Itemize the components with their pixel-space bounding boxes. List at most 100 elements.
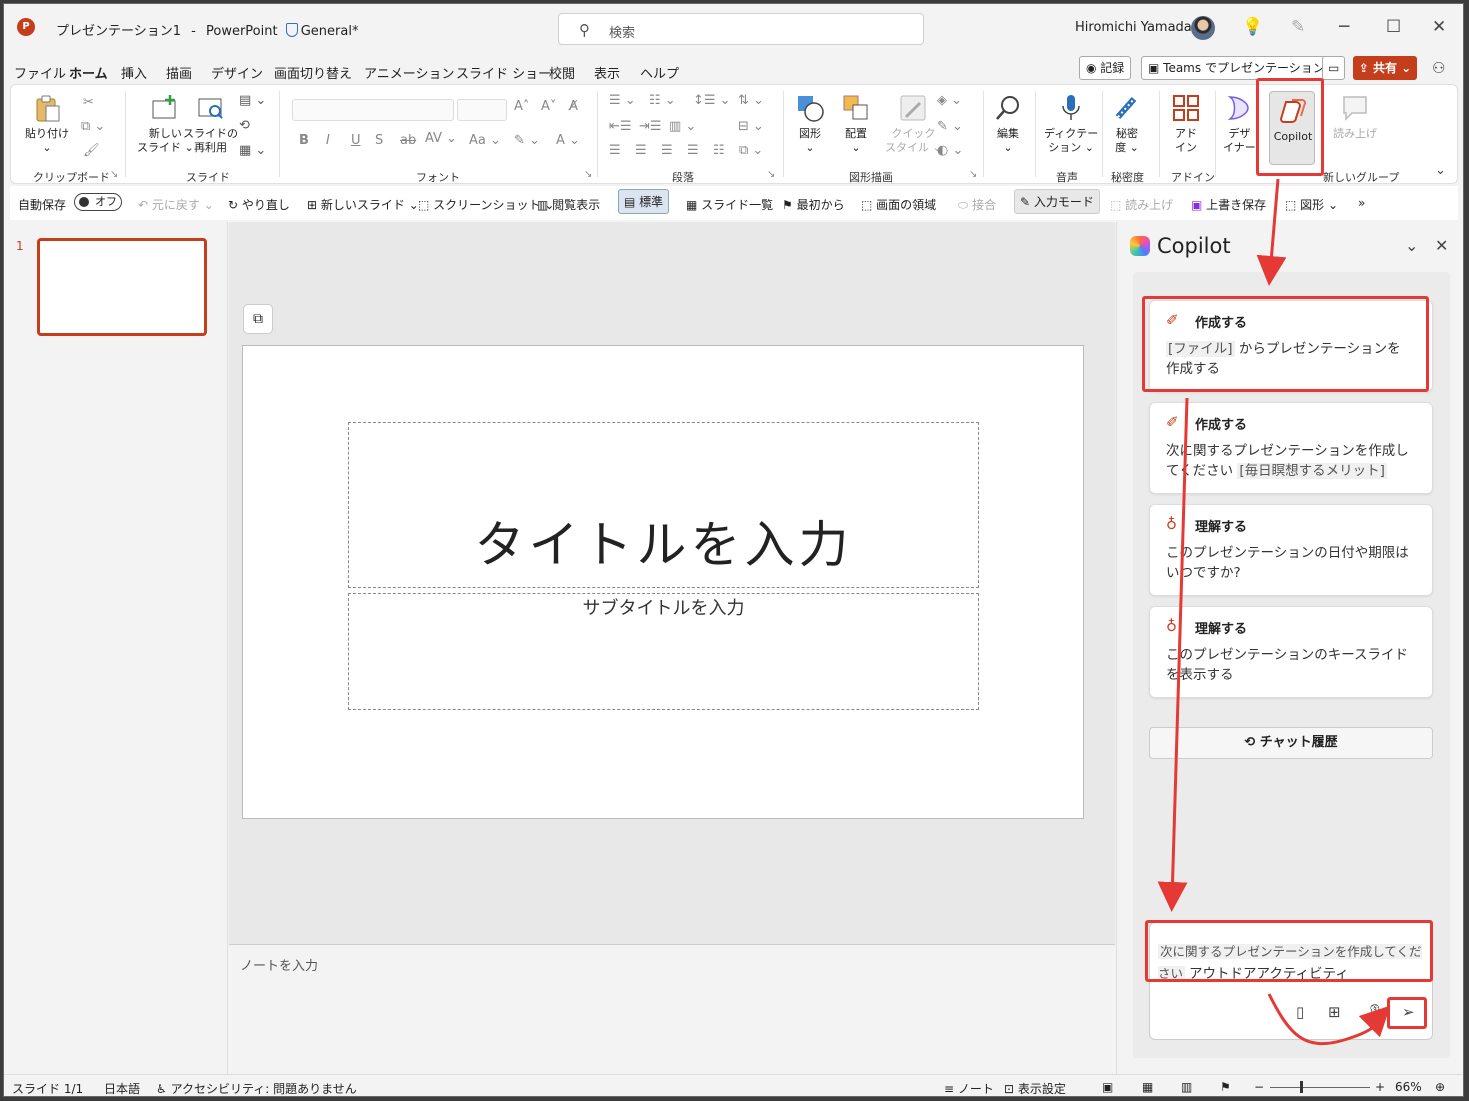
sensitivity-button[interactable]: 秘密度 ⌄: [1112, 93, 1142, 155]
tab-design[interactable]: デザイン: [211, 63, 263, 82]
reuse-slides-button[interactable]: スライドの 再利用: [183, 93, 238, 155]
char-spacing-icon[interactable]: AV ⌄: [425, 131, 457, 146]
close-icon[interactable]: ✕: [1432, 17, 1446, 37]
numbering-icon[interactable]: ☷ ⌄: [649, 93, 676, 108]
lightbulb-icon[interactable]: 💡: [1242, 17, 1263, 37]
tab-draw[interactable]: 描画: [166, 63, 192, 82]
dialog-launcher-icon[interactable]: ↘: [767, 169, 775, 180]
bold-icon[interactable]: B: [299, 133, 309, 148]
distribute-icon[interactable]: ☷: [713, 143, 725, 158]
zoom-level[interactable]: 66%: [1395, 1080, 1422, 1094]
pen-icon[interactable]: ✎: [1291, 17, 1305, 37]
display-settings-button[interactable]: ⊡ 表示設定: [1004, 1080, 1066, 1096]
zoom-in-icon[interactable]: +: [1375, 1080, 1385, 1094]
align-text-icon[interactable]: ⊟ ⌄: [738, 119, 764, 134]
cut-icon[interactable]: ✂: [83, 95, 94, 110]
text-direction-icon[interactable]: ⇅ ⌄: [738, 93, 764, 108]
screenshot-button[interactable]: ⬚ スクリーンショット ⌄: [418, 196, 554, 213]
subtitle-placeholder[interactable]: サブタイトルを入力: [348, 593, 979, 710]
read-aloud-qat-button[interactable]: ⬚ 読み上げ: [1110, 196, 1173, 213]
align-left-icon[interactable]: ☰: [609, 143, 621, 158]
align-center-icon[interactable]: ☰: [635, 143, 647, 158]
powerpoint-app-icon[interactable]: P: [17, 18, 35, 36]
close-pane-icon[interactable]: ✕: [1435, 236, 1448, 255]
autosave-toggle[interactable]: オフ: [74, 193, 122, 211]
redo-button[interactable]: ↻ やり直し: [228, 196, 290, 213]
designer-button[interactable]: デザ イナー: [1223, 93, 1256, 155]
dictate-button[interactable]: ディクテー ション ⌄: [1044, 93, 1098, 155]
from-beginning-button[interactable]: ⚑ 最初から: [782, 196, 845, 213]
justify-icon[interactable]: ☰: [687, 143, 699, 158]
clear-format-icon[interactable]: A̸: [569, 99, 578, 114]
shape-outline-icon[interactable]: ✎ ⌄: [937, 119, 963, 134]
highlight-icon[interactable]: ✎ ⌄: [514, 133, 540, 148]
fit-slide-icon[interactable]: ⊕: [1435, 1080, 1445, 1094]
quick-styles-button[interactable]: クイック スタイル ⌄: [885, 93, 942, 155]
shrink-font-icon[interactable]: A˅: [541, 99, 556, 114]
share-button[interactable]: ⇪ 共有 ⌄: [1353, 56, 1417, 80]
chat-history-button[interactable]: ⟲ チャット履歴: [1149, 727, 1433, 759]
chevron-down-icon[interactable]: ⌄: [1405, 236, 1418, 255]
comments-button[interactable]: ▭: [1322, 56, 1346, 80]
copy-icon[interactable]: ⧉ ⌄: [81, 119, 105, 134]
slideshow-icon[interactable]: ⚑: [1220, 1080, 1231, 1094]
decrease-indent-icon[interactable]: ⇤☰: [609, 119, 632, 134]
tab-insert[interactable]: 挿入: [121, 63, 147, 82]
increase-indent-icon[interactable]: ⇥☰: [639, 119, 662, 134]
tab-slideshow[interactable]: スライド ショー: [456, 63, 551, 82]
undo-button[interactable]: ↶ 元に戻す ⌄: [138, 196, 214, 213]
user-name[interactable]: Hiromichi Yamada: [1075, 20, 1192, 35]
tab-help[interactable]: ヘルプ: [640, 63, 679, 82]
dialog-launcher-icon[interactable]: ↘: [584, 169, 592, 180]
merge-button[interactable]: ⬭ 接合: [958, 196, 996, 213]
paste-button[interactable]: 貼り付け ⌄: [25, 93, 69, 155]
zoom-slider[interactable]: [1270, 1087, 1370, 1088]
save-button[interactable]: ▣ 上書き保存: [1191, 196, 1266, 213]
copilot-icon[interactable]: ⧉: [243, 304, 273, 334]
teams-present-button[interactable]: ▣ Teams でプレゼンテーション: [1141, 56, 1332, 80]
change-case-icon[interactable]: Aa ⌄: [469, 133, 501, 148]
collapse-ribbon-icon[interactable]: ⌄: [1435, 163, 1446, 178]
shape-effects-icon[interactable]: ◐ ⌄: [937, 143, 963, 158]
shape-fill-icon[interactable]: ◈ ⌄: [937, 93, 962, 108]
font-name-select[interactable]: [292, 99, 454, 121]
reading-view-button[interactable]: ▥ 閲覧表示: [537, 196, 600, 213]
microphone-icon[interactable]: 🎙: [1366, 1003, 1385, 1021]
normal-view-icon[interactable]: ▣: [1102, 1080, 1113, 1094]
bullets-icon[interactable]: ☰ ⌄: [609, 93, 636, 108]
tab-file[interactable]: ファイル: [14, 63, 66, 82]
normal-view-button[interactable]: ▤ 標準: [618, 189, 670, 214]
doc-name[interactable]: プレゼンテーション1: [56, 24, 181, 39]
prompts-icon[interactable]: ⊞: [1328, 1003, 1341, 1021]
language-status[interactable]: 日本語: [104, 1080, 140, 1096]
addins-button[interactable]: アド イン: [1171, 93, 1201, 155]
reading-view-icon[interactable]: ▥: [1181, 1080, 1192, 1094]
notes-pane[interactable]: ノートを入力: [229, 944, 1115, 1074]
format-painter-icon[interactable]: 🖌: [83, 143, 100, 158]
slide-sorter-button[interactable]: ▦ スライド一覧: [686, 196, 773, 213]
italic-icon[interactable]: I: [326, 133, 330, 148]
section-icon[interactable]: ▦ ⌄: [239, 143, 266, 158]
columns-icon[interactable]: ▥ ⌄: [669, 119, 696, 134]
record-button[interactable]: ◉ 記録: [1079, 56, 1132, 80]
more-commands-icon[interactable]: »: [1358, 196, 1365, 210]
tab-transitions[interactable]: 画面切り替え: [274, 63, 352, 82]
font-size-select[interactable]: [457, 99, 507, 121]
maximize-icon[interactable]: ☐: [1386, 17, 1401, 37]
font-color-icon[interactable]: A ⌄: [556, 133, 580, 148]
tab-home[interactable]: ホーム: [69, 63, 108, 87]
title-placeholder[interactable]: タイトルを入力: [348, 422, 979, 588]
accessibility-status[interactable]: ♿ アクセシビリティ: 問題ありません: [156, 1080, 357, 1096]
editing-button[interactable]: 編集 ⌄: [993, 93, 1023, 155]
notebook-icon[interactable]: ▯: [1296, 1003, 1304, 1021]
slide-counter[interactable]: スライド 1/1: [12, 1080, 83, 1096]
zoom-out-icon[interactable]: −: [1254, 1080, 1264, 1094]
shadow-icon[interactable]: S: [375, 133, 383, 148]
underline-icon[interactable]: U: [351, 133, 361, 148]
align-right-icon[interactable]: ☰: [661, 143, 673, 158]
prompt-card[interactable]: ♁ 理解する このプレゼンテーションの日付や期限はいつですか?: [1149, 504, 1433, 596]
strikethrough-icon[interactable]: ab: [400, 133, 416, 148]
line-spacing-icon[interactable]: ↕☰ ⌄: [693, 93, 731, 108]
zoom-slider-thumb[interactable]: [1300, 1081, 1303, 1093]
tab-animations[interactable]: アニメーション: [364, 63, 454, 82]
